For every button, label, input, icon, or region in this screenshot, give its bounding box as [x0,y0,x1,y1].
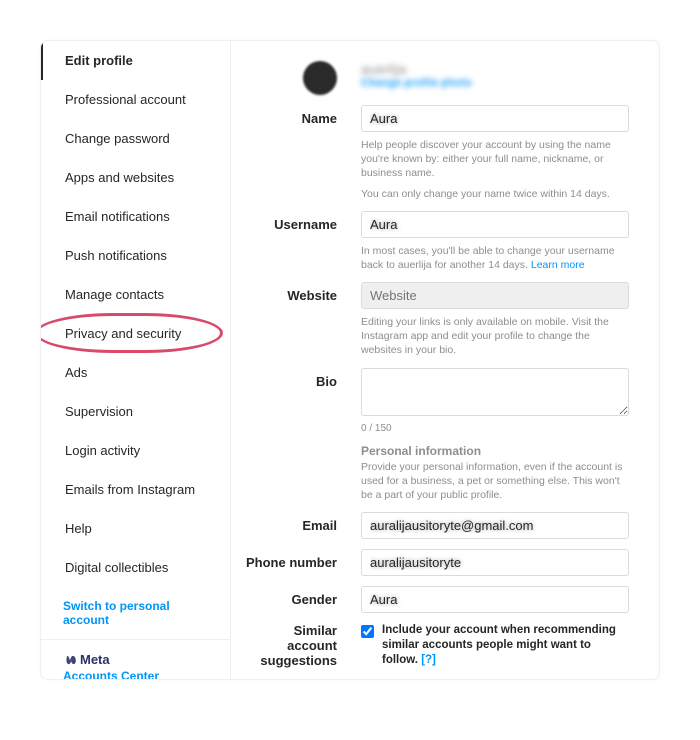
name-label: Name [241,105,361,126]
sidebar-item-professional-account[interactable]: Professional account [41,80,230,119]
website-row: Website Editing your links is only avail… [241,282,629,358]
website-label: Website [241,282,361,303]
name-row: Name Help people discover your account b… [241,105,629,201]
similar-checkbox[interactable] [361,625,374,638]
phone-input[interactable] [361,549,629,576]
name-input[interactable] [361,105,629,132]
bio-counter: 0 / 150 [361,423,629,434]
switch-account-type-link[interactable]: Switch to personal account [41,587,230,639]
sidebar-item-edit-profile[interactable]: Edit profile [41,41,230,80]
username-row: Username In most cases, you'll be able t… [241,211,629,272]
profile-handle: auerlija [361,61,629,77]
settings-sidebar: Edit profile Professional account Change… [41,41,231,679]
sidebar-item-push-notifications[interactable]: Push notifications [41,236,230,275]
name-help-1: Help people discover your account by usi… [361,138,629,181]
phone-row: Phone number [241,549,629,576]
sidebar-item-supervision[interactable]: Supervision [41,392,230,431]
gender-row: Gender [241,586,629,613]
similar-checkbox-label: Include your account when recommending s… [382,623,629,668]
personal-info-help: Provide your personal information, even … [361,460,629,503]
similar-label: Similar account suggestions [241,623,361,668]
sidebar-item-digital-collectibles[interactable]: Digital collectibles [41,548,230,587]
website-input [361,282,629,309]
bio-label: Bio [241,368,361,389]
sidebar-accounts-center[interactable]: Meta Accounts Center Control settings fo… [41,639,230,680]
edit-profile-form: auerlija Change profile photo Name Help … [231,41,659,679]
accounts-center-link[interactable]: Accounts Center [63,669,214,680]
username-label: Username [241,211,361,232]
sidebar-item-help[interactable]: Help [41,509,230,548]
name-help-2: You can only change your name twice with… [361,187,629,201]
email-label: Email [241,512,361,533]
sidebar-item-login-activity[interactable]: Login activity [41,431,230,470]
bio-input[interactable] [361,368,629,416]
username-input[interactable] [361,211,629,238]
personal-info-title: Personal information [361,444,629,458]
website-help: Editing your links is only available on … [361,315,629,358]
submit-row-wrap: Submit Temporarily deactivate my account [241,678,629,679]
sidebar-item-email-notifications[interactable]: Email notifications [41,197,230,236]
gender-input[interactable] [361,586,629,613]
sidebar-list: Edit profile Professional account Change… [41,41,230,639]
sidebar-item-ads[interactable]: Ads [41,353,230,392]
sidebar-item-manage-contacts[interactable]: Manage contacts [41,275,230,314]
username-help: In most cases, you'll be able to change … [361,244,629,272]
settings-card: Edit profile Professional account Change… [40,40,660,680]
avatar-row: auerlija Change profile photo [241,61,629,95]
email-input[interactable] [361,512,629,539]
email-row: Email [241,512,629,539]
meta-logo: Meta [63,652,214,667]
sidebar-item-change-password[interactable]: Change password [41,119,230,158]
gender-label: Gender [241,586,361,607]
similar-row: Similar account suggestions Include your… [241,623,629,668]
sidebar-item-emails-instagram[interactable]: Emails from Instagram [41,470,230,509]
bio-row: Bio 0 / 150 Personal information Provide… [241,368,629,503]
change-photo-link[interactable]: Change profile photo [361,77,629,89]
sidebar-item-apps-websites[interactable]: Apps and websites [41,158,230,197]
similar-help-link[interactable]: [?] [421,654,436,666]
phone-label: Phone number [241,549,361,570]
meta-brand-text: Meta [80,652,110,667]
learn-more-link[interactable]: Learn more [531,259,585,271]
meta-icon [63,653,77,667]
avatar[interactable] [303,61,337,95]
sidebar-item-privacy-security[interactable]: Privacy and security [41,314,230,353]
